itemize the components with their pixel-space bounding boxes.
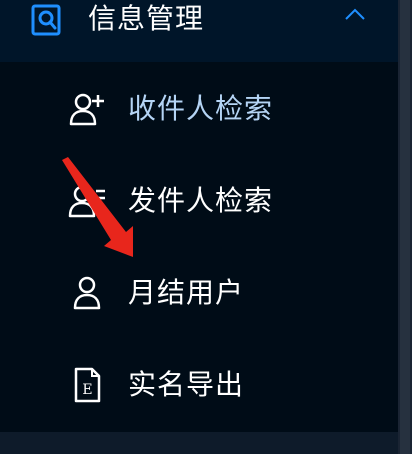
submenu-item-sender-search[interactable]: 发件人检索 bbox=[0, 154, 398, 246]
next-menu-group[interactable] bbox=[0, 432, 398, 454]
scrollbar[interactable] bbox=[398, 0, 412, 454]
submenu-item-recipient-search[interactable]: 收件人检索 bbox=[0, 62, 398, 154]
add-user-icon bbox=[69, 93, 104, 126]
export-file-icon: E bbox=[74, 367, 101, 403]
submenu-item-label: 实名导出 bbox=[128, 368, 245, 401]
submenu-list: 收件人检索 发件人检索 月结用户 E 实名导出 bbox=[0, 62, 398, 432]
submenu-item-label: 收件人检索 bbox=[128, 92, 274, 125]
submenu-item-monthly-users[interactable]: 月结用户 bbox=[0, 246, 398, 338]
scrollbar-thumb[interactable] bbox=[400, 0, 410, 454]
user-list-icon bbox=[68, 185, 105, 218]
sidebar-menu-screenshot: 信息管理 收件人检索 发件人检索 月结用户 E 实名导出 bbox=[0, 0, 412, 454]
user-icon bbox=[73, 276, 101, 310]
svg-text:E: E bbox=[82, 382, 92, 398]
menu-group-title: 信息管理 bbox=[88, 2, 205, 35]
submenu-item-label: 月结用户 bbox=[128, 276, 245, 309]
chevron-up-icon[interactable] bbox=[343, 6, 367, 22]
submenu-item-realname-export[interactable]: E 实名导出 bbox=[0, 338, 398, 430]
search-doc-icon bbox=[31, 4, 61, 36]
menu-group-header[interactable]: 信息管理 bbox=[0, 0, 398, 62]
submenu-item-label: 发件人检索 bbox=[128, 184, 274, 217]
